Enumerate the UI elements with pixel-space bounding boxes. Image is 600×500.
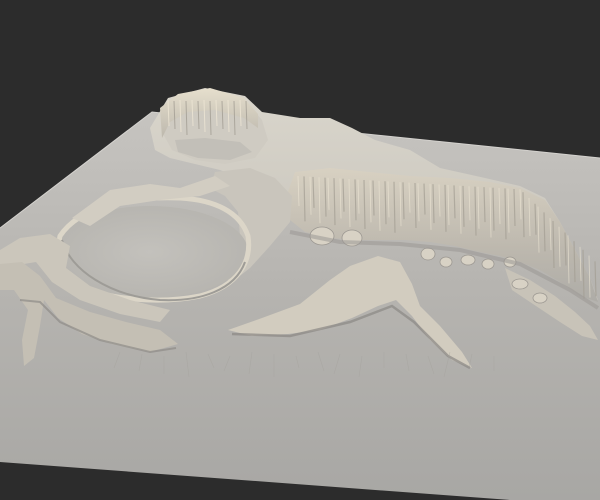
- terrain-mound: [460, 254, 476, 266]
- terrain-mound: [532, 292, 548, 304]
- terrain-mound: [439, 256, 453, 268]
- render-viewport[interactable]: [0, 0, 600, 500]
- terrain-mound: [420, 247, 436, 261]
- terrain-mound: [481, 258, 495, 270]
- terrain-mound: [511, 278, 529, 290]
- terrain-render: [0, 88, 600, 500]
